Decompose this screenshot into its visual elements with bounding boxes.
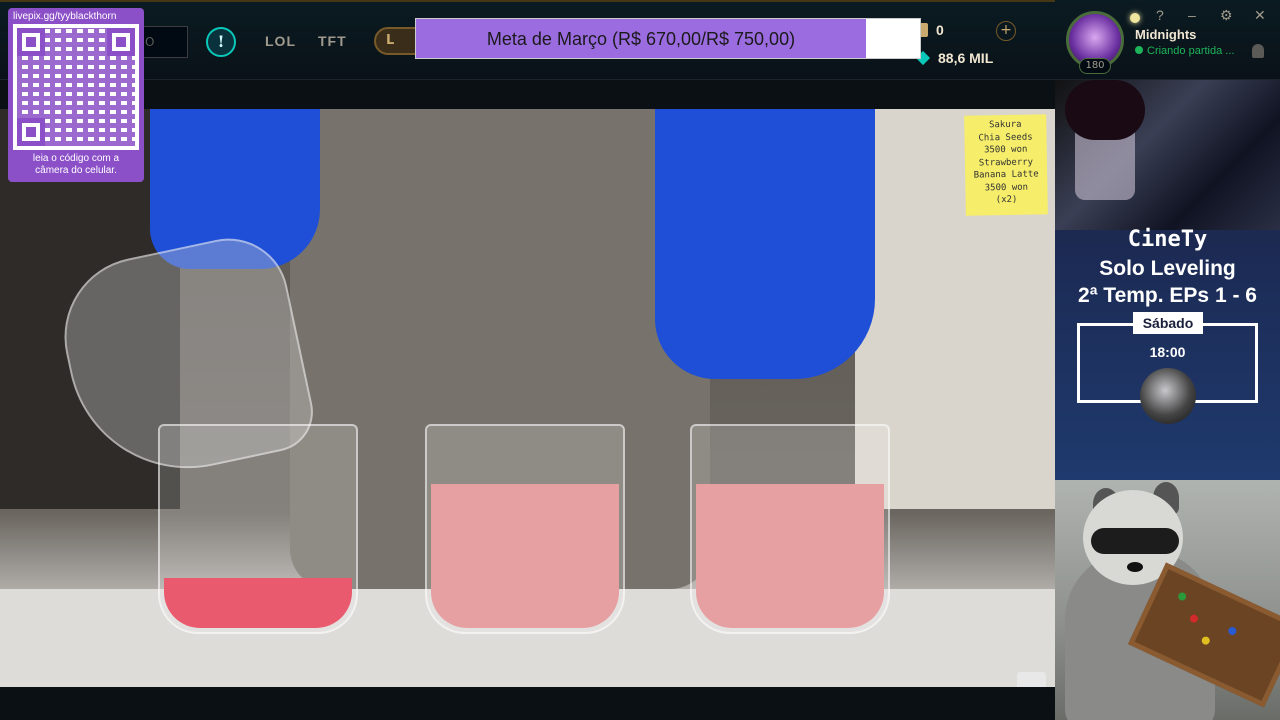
nav-tab-tft[interactable]: TFT [318, 33, 347, 49]
schedule-promo-panel: CineTy Solo Leveling 2ª Temp. EPs 1 - 6 … [1055, 80, 1280, 480]
raccoon-mask [1091, 528, 1179, 554]
qr-finder [17, 28, 45, 56]
abacus-bead [1227, 625, 1238, 637]
sticky-line: Banana Latte [973, 169, 1039, 181]
status-text: Criando partida ... [1147, 45, 1235, 57]
promo-time: 18:00 [1149, 344, 1186, 360]
rp-balance: 0 [918, 22, 944, 38]
plus-icon[interactable]: + [996, 21, 1016, 41]
cup-3 [690, 424, 890, 634]
settings-icon[interactable]: ⚙ [1220, 7, 1233, 24]
donation-goal-bar: Meta de Março (R$ 670,00/R$ 750,00) [415, 18, 921, 59]
be-amount: 88,6 MIL [938, 50, 994, 66]
video-corner-button[interactable] [1017, 672, 1046, 687]
level-badge: 180 [1079, 58, 1111, 74]
rp-amount: 0 [936, 22, 944, 38]
promo-line1: Solo Leveling [1099, 257, 1236, 280]
raccoon-nose [1127, 562, 1143, 572]
promo-day: Sábado [1133, 312, 1203, 334]
bell-icon[interactable] [1252, 44, 1264, 58]
summoner-name: Midnights [1135, 27, 1197, 42]
cup-1-liquid [164, 578, 352, 628]
be-balance: 88,6 MIL [915, 50, 994, 66]
promo-artwork [1055, 80, 1280, 230]
qr-code [13, 24, 139, 150]
status-dot [1135, 46, 1143, 54]
promo-avatar [1140, 368, 1196, 424]
cup-2-liquid [431, 484, 619, 628]
status-line: Criando partida ... [1135, 45, 1234, 57]
qr-finder [17, 118, 45, 146]
sticky-line: Chia Seeds [978, 132, 1033, 143]
cup-3-liquid [696, 484, 884, 628]
goal-label: Meta de Março (R$ 670,00/R$ 750,00) [486, 29, 796, 49]
video-player[interactable]: Sakura Chia Seeds 3500 won Strawberry Ba… [0, 109, 1055, 687]
qr-finder [107, 28, 135, 56]
cup-2 [425, 424, 625, 634]
sticky-line: (x2) [995, 194, 1018, 206]
video-top-band [0, 80, 1055, 109]
cup-1 [158, 424, 358, 634]
promo-character-hair [1065, 80, 1145, 140]
webcam-overlay [1055, 480, 1280, 720]
abacus-bead [1176, 591, 1188, 602]
right-sleeve [655, 109, 875, 379]
qr-donation-panel: livepix.gg/tyyblackthorn leia o código c… [8, 8, 144, 182]
menu-sticky-note: Sakura Chia Seeds 3500 won Strawberry Ba… [964, 114, 1048, 216]
topbar-accent-line [0, 0, 1055, 2]
notification-glow [1130, 13, 1140, 23]
promo-line2: 2ª Temp. EPs 1 - 6 [1078, 284, 1257, 307]
qr-url: livepix.gg/tyyblackthorn [13, 11, 117, 22]
minimize-icon[interactable]: – [1188, 7, 1196, 23]
qr-caption-line2: câmera do celular. [35, 165, 117, 176]
abacus-bead [1188, 613, 1200, 624]
close-icon[interactable]: ✕ [1254, 7, 1266, 24]
help-icon[interactable]: ? [1156, 7, 1164, 23]
nav-tab-lol[interactable]: LOL [265, 33, 296, 49]
promo-brand: CineTy [1127, 227, 1208, 252]
qr-caption-line1: leia o código com a [32, 153, 120, 164]
abacus-bead [1200, 635, 1212, 646]
info-icon[interactable]: ! [206, 27, 236, 57]
topbar-search-field[interactable]: O [140, 26, 188, 58]
video-bottom-band [0, 687, 1055, 720]
